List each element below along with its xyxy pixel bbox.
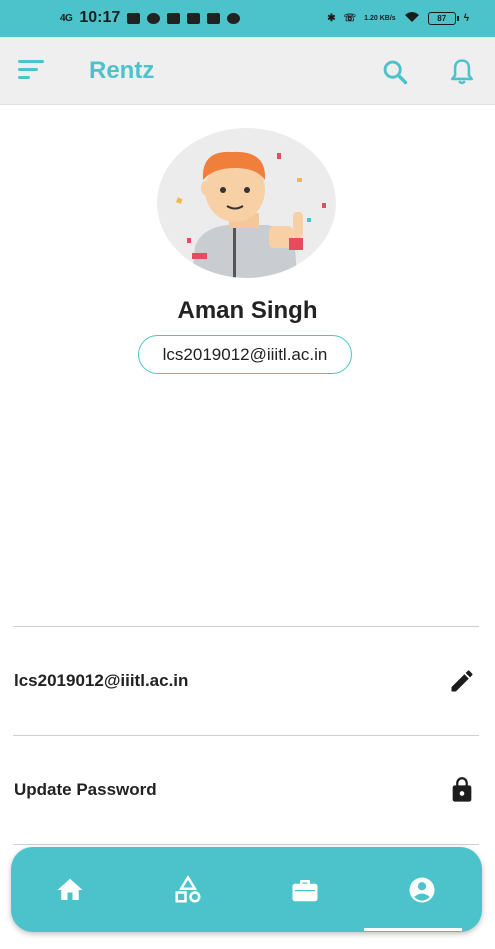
divider [13, 735, 479, 736]
call-icon: ☏ [343, 13, 357, 24]
email-chip: lcs2019012@iiitl.ac.in [138, 335, 352, 374]
network-speed: 1.20 KB/s [364, 15, 396, 22]
bluetooth-icon: ✱ [327, 13, 336, 24]
app-icon [227, 12, 241, 24]
whatsapp-icon [147, 12, 161, 24]
usb-icon [187, 12, 201, 24]
status-bar: 4G 10:17 ✱ ☏ 1.20 KB/s 87 ϟ [0, 0, 495, 37]
charging-icon: ϟ [463, 13, 469, 24]
game-icon [167, 12, 181, 24]
status-time: 10:17 [79, 9, 121, 26]
avatar-illustration [176, 151, 326, 278]
wifi-icon [404, 11, 420, 26]
briefcase-icon[interactable] [290, 875, 320, 905]
divider [13, 844, 479, 845]
avatar[interactable] [157, 128, 336, 278]
divider [13, 626, 479, 627]
app-title: Rentz [89, 57, 155, 84]
bottom-navigation [11, 847, 482, 932]
battery-icon: 87 [427, 12, 459, 25]
account-icon[interactable] [407, 875, 437, 905]
home-icon[interactable] [55, 875, 85, 905]
email-row-label: lcs2019012@iiitl.ac.in [14, 671, 189, 690]
app-bar: Rentz [0, 37, 495, 105]
calendar-icon [207, 12, 221, 24]
lock-icon[interactable] [448, 776, 476, 804]
update-password-label[interactable]: Update Password [14, 780, 157, 800]
menu-icon[interactable] [18, 60, 46, 80]
profile-name: Aman Singh [177, 297, 318, 324]
network-indicator: 4G [60, 12, 73, 24]
active-tab-indicator [364, 928, 462, 931]
status-right: ✱ ☏ 1.20 KB/s 87 ϟ [327, 11, 469, 26]
bell-icon[interactable] [448, 57, 476, 87]
edit-icon[interactable] [448, 667, 476, 695]
search-icon[interactable] [381, 58, 409, 86]
category-icon[interactable] [173, 875, 203, 905]
youtube-icon [127, 12, 141, 24]
status-left: 4G 10:17 [60, 9, 241, 27]
